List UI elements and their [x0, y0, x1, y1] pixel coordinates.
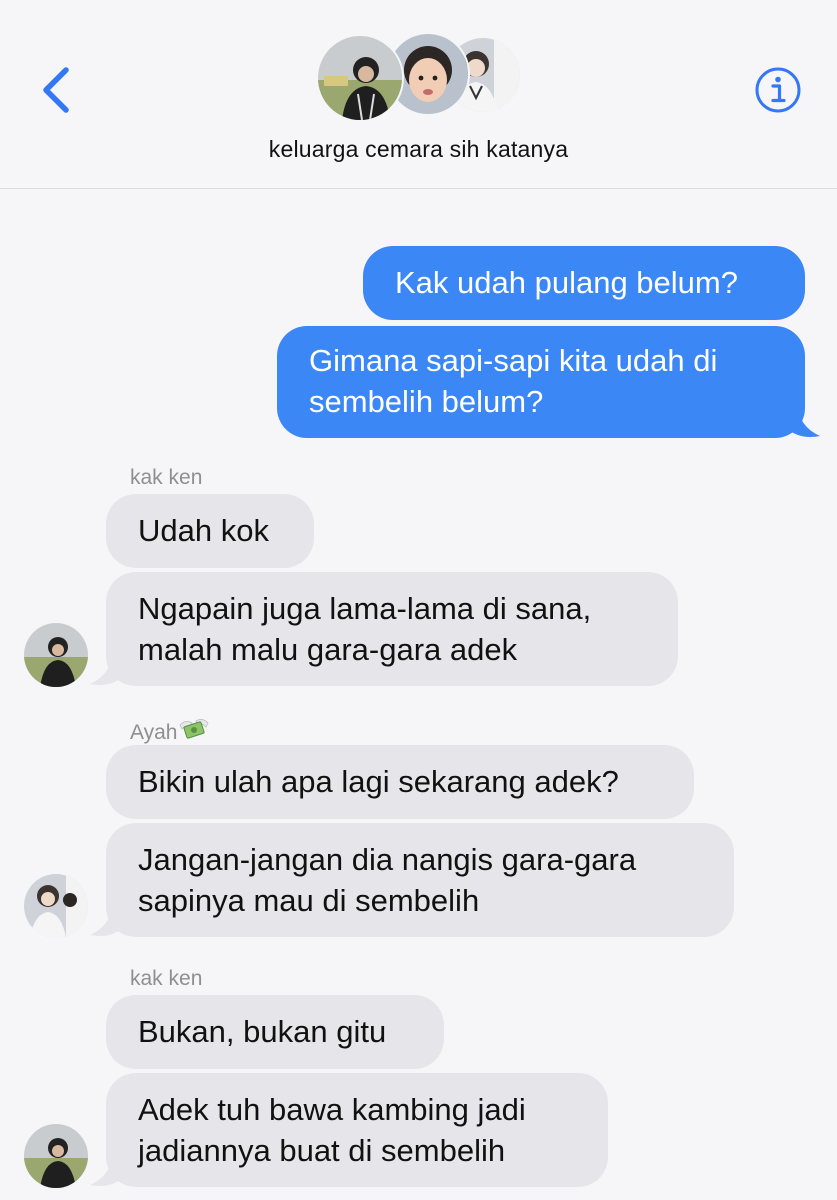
outgoing-message[interactable]: Kak udah pulang belum? [363, 246, 805, 320]
group-member-avatar [316, 34, 404, 122]
sender-name: kak ken [130, 967, 203, 990]
incoming-bubble-tail [90, 652, 124, 685]
info-button[interactable] [754, 66, 802, 114]
incoming-bubble-tail [90, 1153, 124, 1186]
group-name[interactable]: keluarga cemara sih katanya [0, 136, 837, 163]
money-with-wings-icon [179, 719, 208, 739]
chevron-left-icon [43, 67, 69, 113]
incoming-message[interactable]: Udah kok [106, 494, 314, 568]
outgoing-bubble-tail [786, 404, 820, 437]
incoming-message[interactable]: Ngapain juga lama-lama di sana, malah ma… [106, 572, 678, 686]
sender-name: Ayah [130, 717, 210, 745]
conversation-header: keluarga cemara sih katanya [0, 0, 837, 189]
incoming-message[interactable]: Bukan, bukan gitu [106, 995, 444, 1069]
sender-name-label: Ayah [130, 721, 178, 744]
info-circle-icon [755, 67, 801, 113]
sender-avatar[interactable] [24, 623, 88, 687]
incoming-message[interactable]: Bikin ulah apa lagi sekarang adek? [106, 745, 694, 819]
outgoing-message[interactable]: Gimana sapi-sapi kita udah di sembelih b… [277, 326, 805, 438]
group-avatars[interactable] [316, 32, 522, 122]
sender-avatar[interactable] [24, 1124, 88, 1188]
sender-avatar[interactable] [24, 874, 88, 938]
incoming-message[interactable]: Jangan-jangan dia nangis gara-gara sapin… [106, 823, 734, 937]
sender-name: kak ken [130, 466, 203, 489]
incoming-message[interactable]: Adek tuh bawa kambing jadi jadiannya bua… [106, 1073, 608, 1187]
messages-app: keluarga cemara sih katanya Kak udah pul… [0, 0, 837, 1200]
incoming-bubble-tail [90, 903, 124, 936]
back-button[interactable] [36, 62, 80, 118]
